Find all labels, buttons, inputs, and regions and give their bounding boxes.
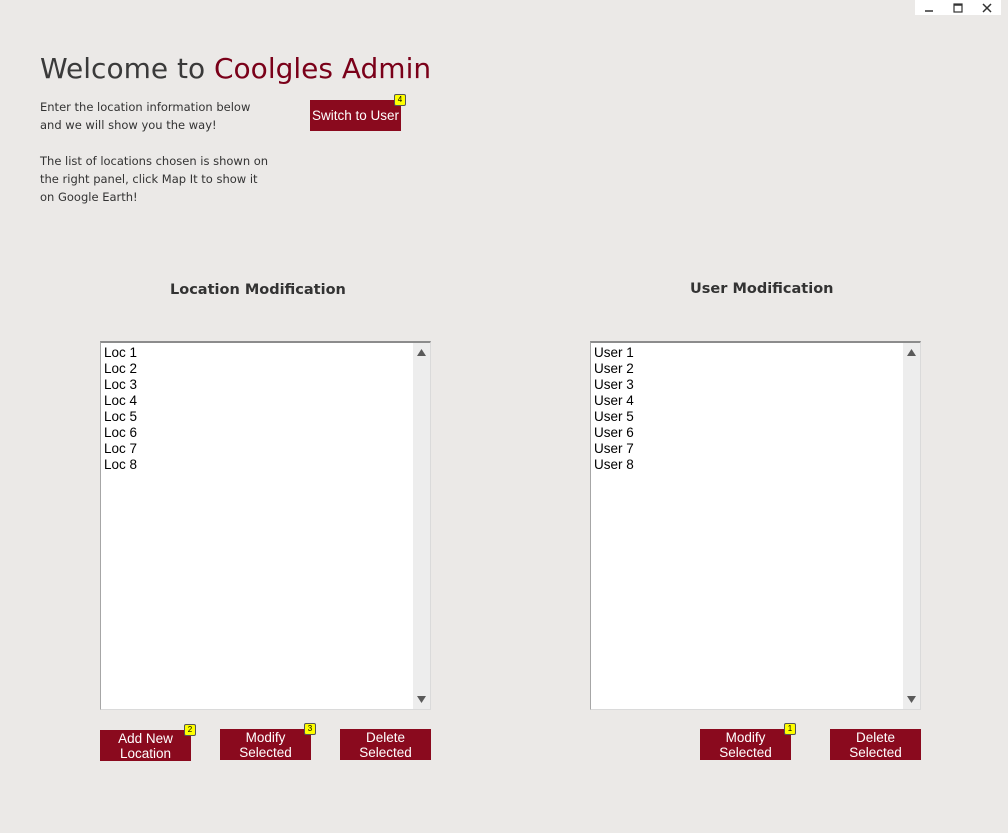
user-listbox[interactable]: User 1 User 2 User 3 User 4 User 5 User 6 User…: [590, 341, 921, 710]
user-section-title: User Modification: [690, 281, 834, 297]
title-prefix: Welcome to: [40, 52, 214, 85]
switch-to-user-button[interactable]: Switch to User: [310, 100, 401, 131]
list-item[interactable]: Loc 3: [104, 377, 137, 393]
modify-user-label: Modify Selected: [719, 729, 772, 760]
location-list: Loc 1 Loc 2 Loc 3 Loc 4 Loc 5 Loc 6 Loc 7 Loc 8: [104, 345, 137, 473]
location-listbox[interactable]: Loc 1 Loc 2 Loc 3 Loc 4 Loc 5 Loc 6 Loc 7 Loc 8: [100, 341, 431, 710]
shortcut-badge: 3: [304, 723, 316, 735]
scroll-down-icon[interactable]: [905, 693, 918, 706]
list-item[interactable]: Loc 4: [104, 393, 137, 409]
list-item[interactable]: Loc 6: [104, 425, 137, 441]
add-location-button[interactable]: Add New Location: [100, 730, 191, 761]
list-item[interactable]: User 7: [594, 441, 634, 457]
scroll-up-icon[interactable]: [905, 346, 918, 359]
list-item[interactable]: Loc 8: [104, 457, 137, 473]
list-item[interactable]: Loc 5: [104, 409, 137, 425]
list-item[interactable]: User 4: [594, 393, 634, 409]
list-item[interactable]: User 1: [594, 345, 634, 361]
list-item[interactable]: User 2: [594, 361, 634, 377]
list-item[interactable]: User 8: [594, 457, 634, 473]
location-section-title: Location Modification: [170, 282, 346, 298]
window-controls: [915, 0, 1001, 15]
shortcut-badge: 1: [784, 723, 796, 735]
modify-location-label: Modify Selected: [239, 729, 292, 760]
add-location-label: Add New Location: [118, 730, 173, 761]
user-list: User 1 User 2 User 3 User 4 User 5 User 6 User…: [594, 345, 634, 473]
list-item[interactable]: Loc 2: [104, 361, 137, 377]
delete-user-label: Delete Selected: [849, 729, 902, 760]
location-scrollbar[interactable]: [413, 343, 430, 709]
modify-user-button[interactable]: Modify Selected: [700, 729, 791, 760]
delete-user-button[interactable]: Delete Selected: [830, 729, 921, 760]
list-item[interactable]: User 3: [594, 377, 634, 393]
close-icon[interactable]: [972, 0, 1001, 15]
modify-location-button[interactable]: Modify Selected: [220, 729, 311, 760]
switch-to-user-label: Switch to User: [311, 108, 400, 123]
intro-text: Enter the location information below and…: [40, 100, 251, 132]
brand-name: Coolgles Admin: [214, 52, 432, 85]
delete-location-button[interactable]: Delete Selected: [340, 729, 431, 760]
list-item[interactable]: User 6: [594, 425, 634, 441]
list-item[interactable]: Loc 1: [104, 345, 137, 361]
page-title: Welcome to Coolgles Admin: [40, 50, 431, 88]
map-help-text: The list of locations chosen is shown on…: [40, 154, 269, 204]
delete-location-label: Delete Selected: [359, 729, 412, 760]
maximize-icon[interactable]: [944, 0, 973, 15]
scroll-down-icon[interactable]: [415, 693, 428, 706]
user-scrollbar[interactable]: [903, 343, 920, 709]
minimize-icon[interactable]: [915, 0, 944, 15]
list-item[interactable]: User 5: [594, 409, 634, 425]
scroll-up-icon[interactable]: [415, 346, 428, 359]
list-item[interactable]: Loc 7: [104, 441, 137, 457]
shortcut-badge: 4: [394, 94, 406, 106]
shortcut-badge: 2: [184, 724, 196, 736]
